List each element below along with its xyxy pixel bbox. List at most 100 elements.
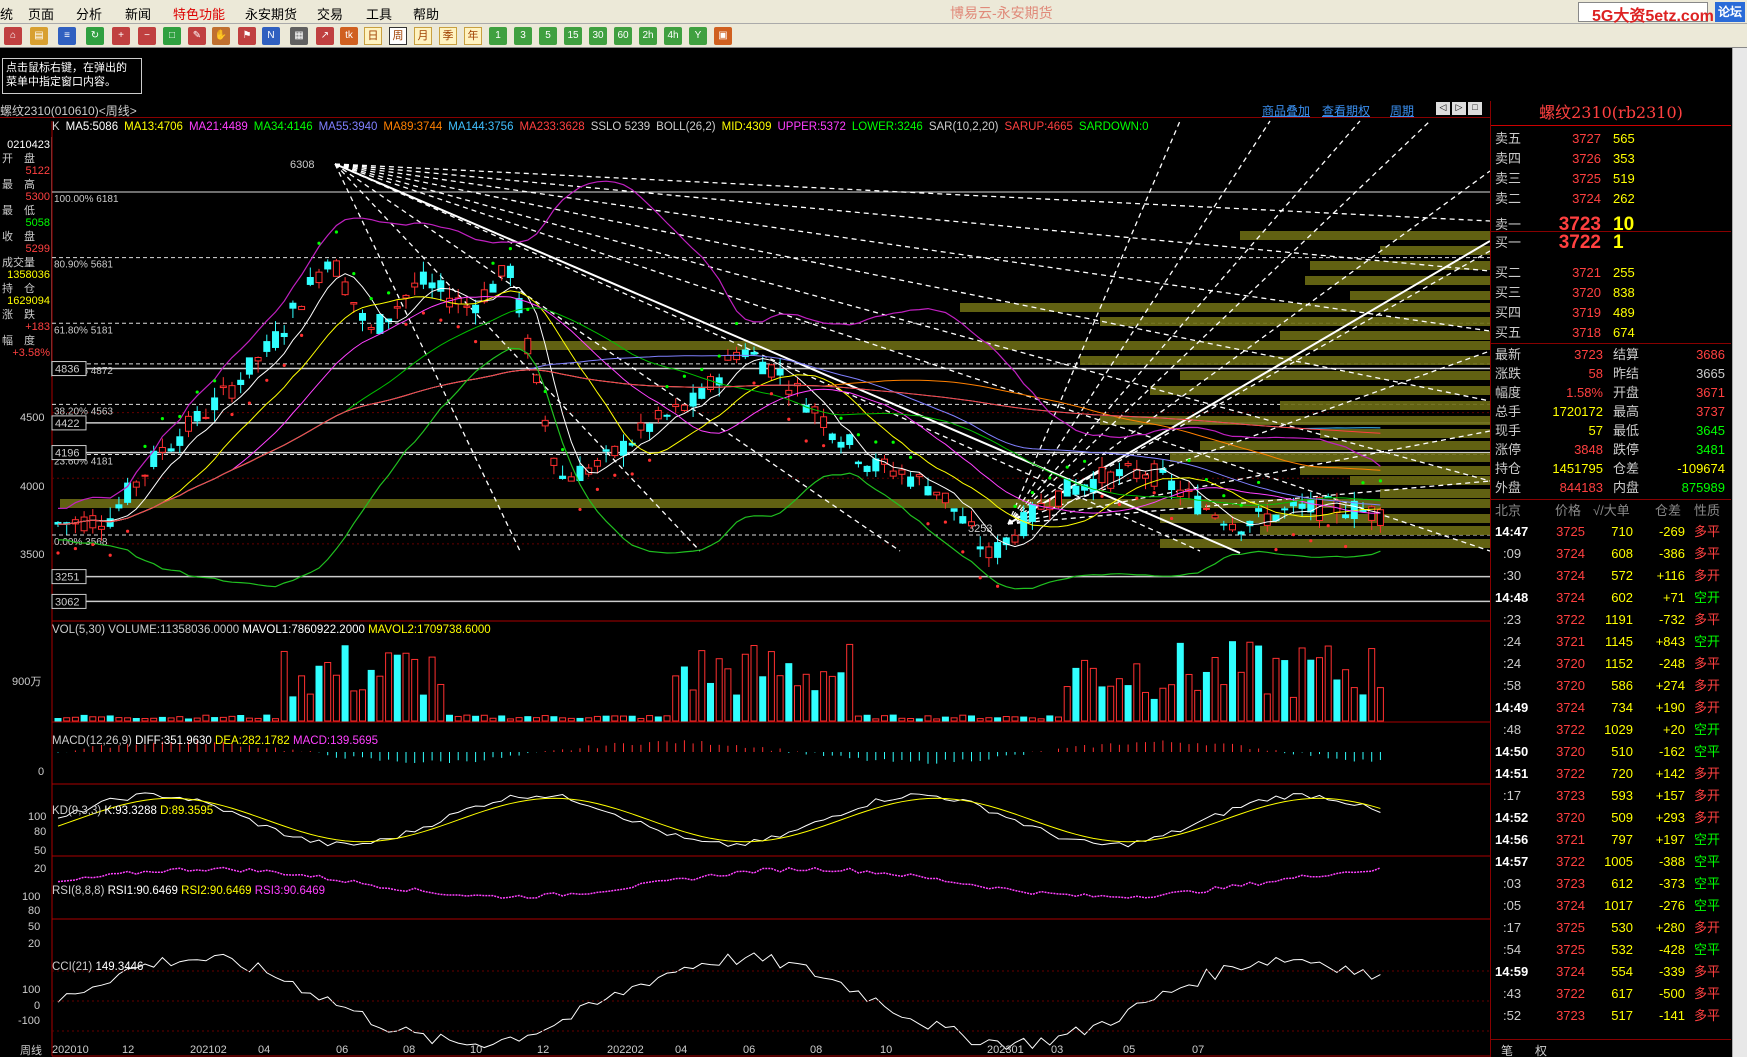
- stat-value: -109674: [1677, 461, 1725, 476]
- stat-value: 3481: [1696, 442, 1725, 457]
- menu-item-features[interactable]: 特色功能: [173, 4, 225, 23]
- volume-profile-bar: [60, 499, 1490, 508]
- tick-nature: 多平: [1694, 964, 1721, 979]
- volume-profile-bar: [1320, 429, 1490, 438]
- ask-row: 卖三 3725 519: [1491, 169, 1731, 189]
- hour-4-button[interactable]: 4h: [664, 27, 682, 45]
- candle-body: [237, 379, 245, 386]
- sar-dot: [961, 550, 965, 554]
- minute-30-button[interactable]: 30: [589, 27, 607, 45]
- candle-body: [654, 410, 662, 420]
- tick-volume: 586: [1611, 678, 1633, 693]
- tick-volume: 602: [1611, 590, 1633, 605]
- tick-time: 14:56: [1495, 832, 1529, 847]
- tick-time: :23: [1503, 612, 1522, 627]
- period-week-button[interactable]: 周: [389, 27, 407, 45]
- folder-icon[interactable]: ▤: [30, 27, 48, 45]
- forum-button[interactable]: 论坛: [1715, 2, 1745, 22]
- level-label: 3062: [55, 596, 79, 608]
- new-icon[interactable]: N: [262, 27, 280, 45]
- pen-icon[interactable]: ✎: [188, 27, 206, 45]
- candle-body: [915, 474, 923, 478]
- volume-bar: [1081, 659, 1089, 722]
- zoom-in-icon[interactable]: +: [112, 27, 130, 45]
- tick-oi-change: -162: [1658, 744, 1685, 759]
- menu-item-yongan[interactable]: 永安期货: [245, 4, 297, 23]
- zoom-out-icon[interactable]: −: [138, 27, 156, 45]
- menu-item-analysis[interactable]: 分析: [76, 4, 102, 23]
- toolbar: ⌂ ▤ ≡ ↻ + − □ ✎ ✋ ⚑ N ▦ ↗ tk 日 周 月 季 年 1…: [0, 24, 1747, 48]
- volume-bar: [1098, 686, 1106, 722]
- stat-value: 3848: [1574, 442, 1603, 457]
- tick-chart-icon[interactable]: tk: [340, 27, 358, 45]
- candle-body: [428, 282, 436, 289]
- minute-60-button[interactable]: 60: [614, 27, 632, 45]
- volume-bar: [733, 694, 741, 722]
- candle-body: [506, 265, 514, 278]
- volume-bar: [759, 676, 767, 722]
- ask-volume: 262: [1613, 191, 1635, 206]
- volume-bar: [54, 718, 62, 722]
- menu-item-page[interactable]: 页面: [28, 4, 54, 23]
- period-day-button[interactable]: 日: [364, 27, 382, 45]
- period-month-button[interactable]: 月: [414, 27, 432, 45]
- tick-price: 3720: [1556, 744, 1585, 759]
- volume-bar: [863, 714, 871, 722]
- sar-dot: [195, 390, 199, 394]
- tab-ticks[interactable]: 笔: [1501, 1042, 1513, 1057]
- period-year-button[interactable]: 年: [464, 27, 482, 45]
- custom-period-button[interactable]: Y: [689, 27, 707, 45]
- menu-item-tools[interactable]: 工具: [366, 4, 392, 23]
- pin-icon[interactable]: ⚑: [238, 27, 256, 45]
- tick-nature: 多开: [1694, 678, 1721, 693]
- volume-bar: [193, 717, 201, 722]
- sar-dot: [700, 367, 704, 372]
- volume-bar: [454, 715, 462, 722]
- menu-item-help[interactable]: 帮助: [413, 4, 439, 23]
- candle-body: [359, 312, 366, 321]
- table-icon[interactable]: ▦: [290, 27, 308, 45]
- minute-15-button[interactable]: 15: [564, 27, 582, 45]
- price-chart[interactable]: 100.00% 618180.90% 568161.80% 518150.00%…: [0, 101, 1490, 1057]
- volume-bar: [941, 716, 949, 722]
- sar-dot: [1309, 539, 1313, 543]
- volume-bar: [1150, 698, 1158, 722]
- hand-icon[interactable]: ✋: [212, 27, 230, 45]
- home-icon[interactable]: ⌂: [4, 27, 22, 45]
- menu-item-system[interactable]: 统: [0, 4, 13, 23]
- refresh-icon[interactable]: ↻: [86, 27, 104, 45]
- tab-rights[interactable]: 权: [1535, 1042, 1547, 1057]
- calendar-icon[interactable]: ▣: [714, 27, 732, 45]
- macd-indicator-title: MACD(12,26,9) DIFF:351.9630 DEA:282.1782…: [52, 735, 378, 747]
- menu-item-news[interactable]: 新闻: [125, 4, 151, 23]
- volume-bar: [872, 718, 880, 722]
- tick-oi-change: +157: [1655, 788, 1685, 803]
- window-icon[interactable]: □: [163, 27, 181, 45]
- menu-item-trade[interactable]: 交易: [317, 4, 343, 23]
- sar-dot: [387, 291, 391, 295]
- vertical-scrollbar[interactable]: [1732, 48, 1747, 1057]
- candle-body: [837, 441, 845, 448]
- line-chart-icon[interactable]: ↗: [316, 27, 334, 45]
- minute-1-button[interactable]: 1: [489, 27, 507, 45]
- sar-dot: [369, 297, 373, 301]
- sar-dot: [1170, 516, 1174, 521]
- volume-bar: [176, 716, 184, 722]
- tick-row: :23 3722 1191 -732 多平: [1491, 610, 1731, 630]
- hour-2-button[interactable]: 2h: [639, 27, 657, 45]
- minute-3-button[interactable]: 3: [514, 27, 532, 45]
- kd-axis-label: 80: [34, 826, 47, 838]
- list-icon[interactable]: ≡: [58, 27, 76, 45]
- minute-5-button[interactable]: 5: [539, 27, 557, 45]
- sar-dot: [1239, 503, 1243, 507]
- candle-body: [524, 337, 532, 355]
- tick-header-oi: 仓差: [1655, 503, 1682, 518]
- tick-time: :17: [1503, 920, 1522, 935]
- stat-value: 3737: [1696, 404, 1725, 419]
- stat-label: 外盘: [1495, 480, 1522, 495]
- mavol2-value: MAVOL2:1709738.6000: [368, 624, 491, 636]
- period-quarter-button[interactable]: 季: [439, 27, 457, 45]
- k-line: [57, 792, 1381, 848]
- volume-bar: [672, 675, 680, 722]
- bid-price: 3720: [1572, 285, 1601, 300]
